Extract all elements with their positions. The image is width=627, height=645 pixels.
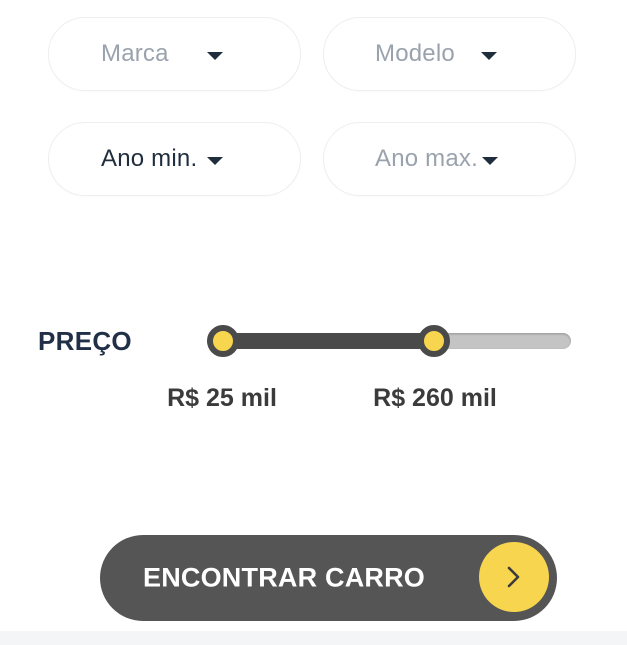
ano-min-select-label: Ano min.: [101, 145, 198, 172]
price-min-handle[interactable]: [207, 325, 239, 357]
page-footer-edge: [0, 631, 627, 645]
caret-down-icon: [207, 157, 223, 165]
search-form: Marca Modelo Ano min. Ano max. PREÇO R$ …: [0, 0, 627, 645]
price-max-value: R$ 260 mil: [373, 384, 497, 412]
price-range-slider[interactable]: [207, 325, 573, 357]
caret-down-icon: [481, 52, 497, 60]
ano-min-select[interactable]: Ano min.: [48, 122, 301, 196]
arrow-circle: [479, 542, 549, 612]
price-min-value: R$ 25 mil: [167, 384, 277, 412]
modelo-select-label: Modelo: [375, 40, 455, 67]
price-max-handle[interactable]: [418, 325, 451, 357]
modelo-select[interactable]: Modelo: [323, 17, 576, 91]
slider-selected-range: [223, 333, 435, 349]
marca-select-label: Marca: [101, 40, 169, 67]
ano-max-select-label: Ano max.: [375, 145, 478, 172]
find-car-button-label: ENCONTRAR CARRO: [143, 562, 425, 593]
find-car-button[interactable]: ENCONTRAR CARRO: [100, 535, 557, 621]
chevron-right-icon: [507, 566, 520, 588]
marca-select[interactable]: Marca: [48, 17, 301, 91]
caret-down-icon: [482, 157, 498, 165]
price-label: PREÇO: [38, 326, 132, 356]
ano-max-select[interactable]: Ano max.: [323, 122, 576, 196]
caret-down-icon: [207, 52, 223, 60]
